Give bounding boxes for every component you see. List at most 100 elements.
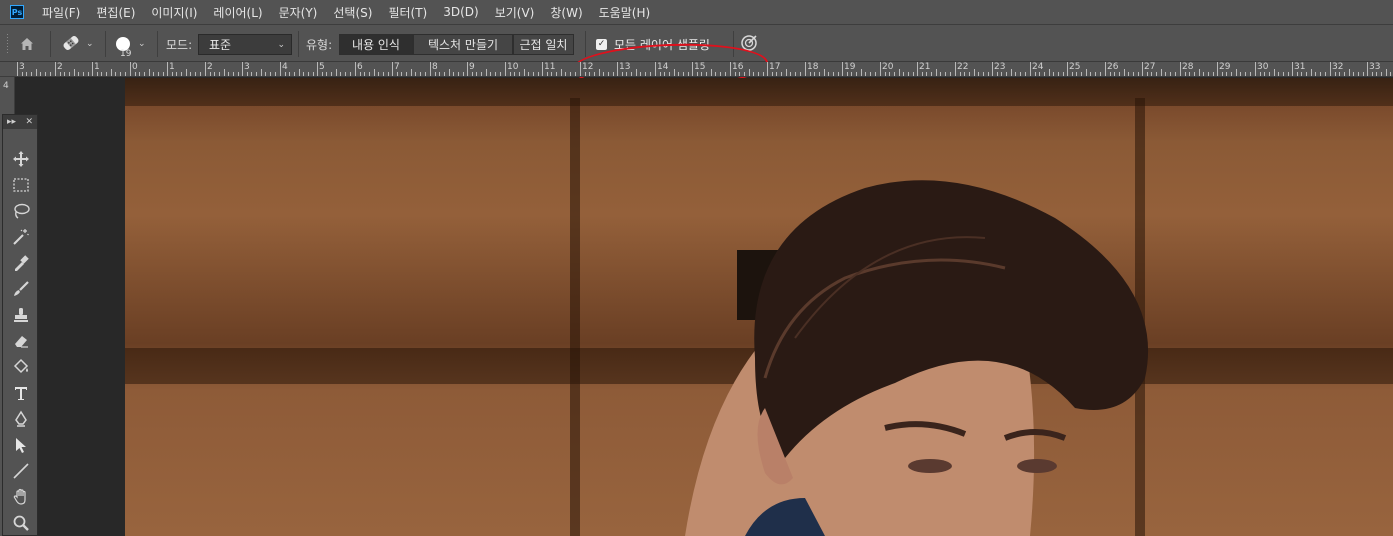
ruler-minor-tick bbox=[1240, 72, 1241, 76]
ruler-minor-tick bbox=[851, 72, 852, 76]
expand-panel-icon[interactable]: ▸▸ bbox=[7, 117, 16, 127]
ruler-minor-tick bbox=[997, 72, 998, 76]
menu-filter[interactable]: 필터(T) bbox=[388, 4, 427, 21]
ruler-minor-tick bbox=[439, 72, 440, 76]
ruler-minor-tick bbox=[599, 69, 600, 76]
menu-window[interactable]: 창(W) bbox=[550, 4, 582, 21]
brush-tool[interactable] bbox=[11, 279, 31, 299]
eyedropper-icon bbox=[15, 255, 29, 271]
ruler-minor-tick bbox=[683, 72, 684, 76]
options-grip[interactable] bbox=[6, 25, 14, 63]
ruler-minor-tick bbox=[425, 72, 426, 76]
document-canvas[interactable] bbox=[125, 78, 1393, 536]
menu-layer[interactable]: 레이어(L) bbox=[213, 4, 262, 21]
ruler-label: 7 bbox=[394, 62, 400, 72]
pen-tool[interactable] bbox=[11, 409, 31, 429]
ruler-minor-tick bbox=[800, 72, 801, 76]
line-tool[interactable] bbox=[11, 461, 31, 481]
ruler-minor-tick bbox=[149, 69, 150, 76]
ruler-minor-tick bbox=[795, 72, 796, 76]
stamp-icon bbox=[14, 308, 28, 322]
ruler-minor-tick bbox=[1297, 72, 1298, 76]
mode-select[interactable]: 표준 ⌄ bbox=[198, 34, 292, 55]
ruler-minor-tick bbox=[176, 72, 177, 76]
paint-bucket-tool[interactable] bbox=[11, 357, 31, 377]
ruler-minor-tick bbox=[926, 72, 927, 76]
ruler-minor-tick bbox=[608, 72, 609, 76]
ruler-label: 5 bbox=[319, 62, 325, 72]
ruler-minor-tick bbox=[45, 72, 46, 76]
ruler-minor-tick bbox=[875, 72, 876, 76]
ruler-minor-tick bbox=[1353, 72, 1354, 76]
magic-wand-tool[interactable] bbox=[11, 227, 31, 247]
ruler-minor-tick bbox=[415, 72, 416, 76]
clone-stamp-tool[interactable] bbox=[11, 305, 31, 325]
ruler-major-tick bbox=[1367, 62, 1368, 76]
ruler-minor-tick bbox=[1311, 69, 1312, 76]
ruler-minor-tick bbox=[1260, 72, 1261, 76]
ruler-minor-tick bbox=[753, 72, 754, 76]
ruler-label: 17 bbox=[769, 62, 781, 72]
menu-select[interactable]: 선택(S) bbox=[333, 4, 372, 21]
menu-image[interactable]: 이미지(I) bbox=[151, 4, 197, 21]
checkbox-checked-icon[interactable]: ✓ bbox=[596, 38, 607, 50]
menu-view[interactable]: 보기(V) bbox=[495, 4, 535, 21]
ruler-minor-tick bbox=[533, 72, 534, 76]
ruler-minor-tick bbox=[978, 72, 979, 76]
ruler-minor-tick bbox=[781, 72, 782, 76]
tool-preset-picker[interactable]: ⌄ bbox=[60, 25, 96, 63]
home-icon[interactable] bbox=[19, 25, 37, 63]
zoom-tool[interactable] bbox=[11, 513, 31, 533]
tools-panel-header[interactable]: ▸▸ ✕ bbox=[3, 115, 37, 129]
ruler-major-tick bbox=[1180, 62, 1181, 76]
type-create-texture[interactable]: 텍스처 만들기 bbox=[413, 34, 513, 55]
ruler-minor-tick bbox=[1335, 72, 1336, 76]
menu-3d[interactable]: 3D(D) bbox=[443, 5, 478, 19]
ruler-minor-tick bbox=[561, 69, 562, 76]
hand-tool[interactable] bbox=[11, 487, 31, 507]
ruler-minor-tick bbox=[1053, 72, 1054, 76]
move-tool[interactable] bbox=[11, 149, 31, 169]
ruler-minor-tick bbox=[701, 72, 702, 76]
ruler-minor-tick bbox=[115, 72, 116, 76]
eraser-tool[interactable] bbox=[11, 331, 31, 351]
ruler-minor-tick bbox=[786, 69, 787, 76]
ruler-minor-tick bbox=[340, 72, 341, 76]
marquee-tool[interactable] bbox=[11, 175, 31, 195]
ruler-major-tick bbox=[767, 62, 768, 76]
ruler-minor-tick bbox=[715, 72, 716, 76]
ruler-minor-tick bbox=[913, 72, 914, 76]
menu-type[interactable]: 문자(Y) bbox=[279, 4, 318, 21]
ruler-minor-tick bbox=[1114, 72, 1115, 76]
type-tool[interactable] bbox=[11, 383, 31, 403]
ruler-minor-tick bbox=[631, 72, 632, 76]
type-content-aware[interactable]: 내용 인식 bbox=[339, 34, 413, 55]
ruler-minor-tick bbox=[556, 72, 557, 76]
eyedropper-tool[interactable] bbox=[11, 253, 31, 273]
ruler-minor-tick bbox=[1208, 72, 1209, 76]
ruler-label: 0 bbox=[132, 62, 138, 72]
lasso-tool[interactable] bbox=[11, 201, 31, 221]
ruler-minor-tick bbox=[1222, 72, 1223, 76]
ruler-minor-tick bbox=[1288, 72, 1289, 76]
ruler-minor-tick bbox=[1072, 72, 1073, 76]
menu-help[interactable]: 도움말(H) bbox=[599, 4, 651, 21]
type-proximity-match[interactable]: 근접 일치 bbox=[513, 34, 574, 55]
horizontal-ruler[interactable]: 3 2 1 0 1 2 3 4 5 6 7 8 9 10 11 12 13 14 15 16 17 18 19 20 21 22 2… bbox=[0, 62, 1393, 77]
ruler-minor-tick bbox=[1011, 69, 1012, 76]
ruler-minor-tick bbox=[1001, 72, 1002, 76]
ruler-major-tick bbox=[92, 62, 93, 76]
menu-edit[interactable]: 편집(E) bbox=[96, 4, 135, 21]
ruler-major-tick bbox=[1292, 62, 1293, 76]
close-icon[interactable]: ✕ bbox=[25, 117, 33, 127]
ruler-label: 33 bbox=[1369, 62, 1381, 72]
magic-wand-icon bbox=[13, 229, 29, 245]
ruler-minor-tick bbox=[1147, 72, 1148, 76]
ruler-minor-tick bbox=[547, 72, 548, 76]
ruler-minor-tick bbox=[490, 72, 491, 76]
menu-file[interactable]: 파일(F) bbox=[42, 4, 80, 21]
ruler-label: 18 bbox=[807, 62, 819, 72]
path-selection-tool[interactable] bbox=[11, 435, 31, 455]
ruler-minor-tick bbox=[449, 69, 450, 76]
ruler-major-tick bbox=[992, 62, 993, 76]
